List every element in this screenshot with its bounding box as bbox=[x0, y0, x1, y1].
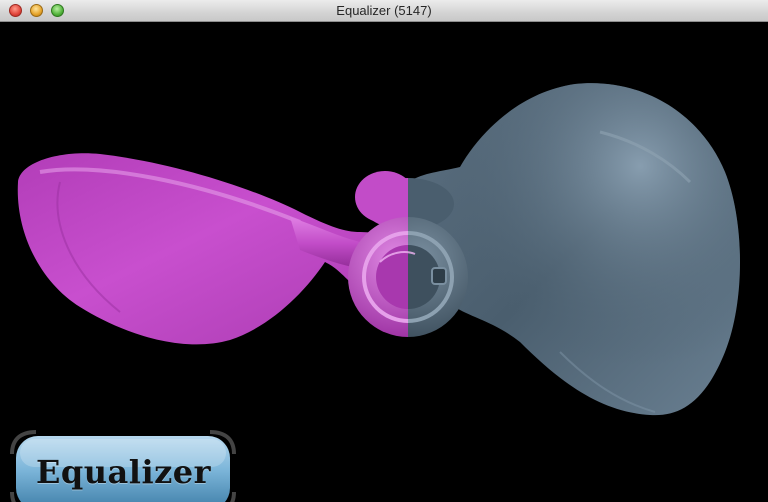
equalizer-logo-badge: Equalizer bbox=[6, 428, 240, 502]
window-title: Equalizer (5147) bbox=[336, 3, 432, 18]
render-viewport[interactable]: Equalizer bbox=[0, 22, 768, 502]
logo-text: Equalizer bbox=[36, 453, 211, 491]
propeller-hub bbox=[348, 217, 468, 337]
app-window: Equalizer (5147) Equalizer bbox=[0, 0, 768, 502]
title-bar[interactable]: Equalizer (5147) bbox=[0, 0, 768, 22]
